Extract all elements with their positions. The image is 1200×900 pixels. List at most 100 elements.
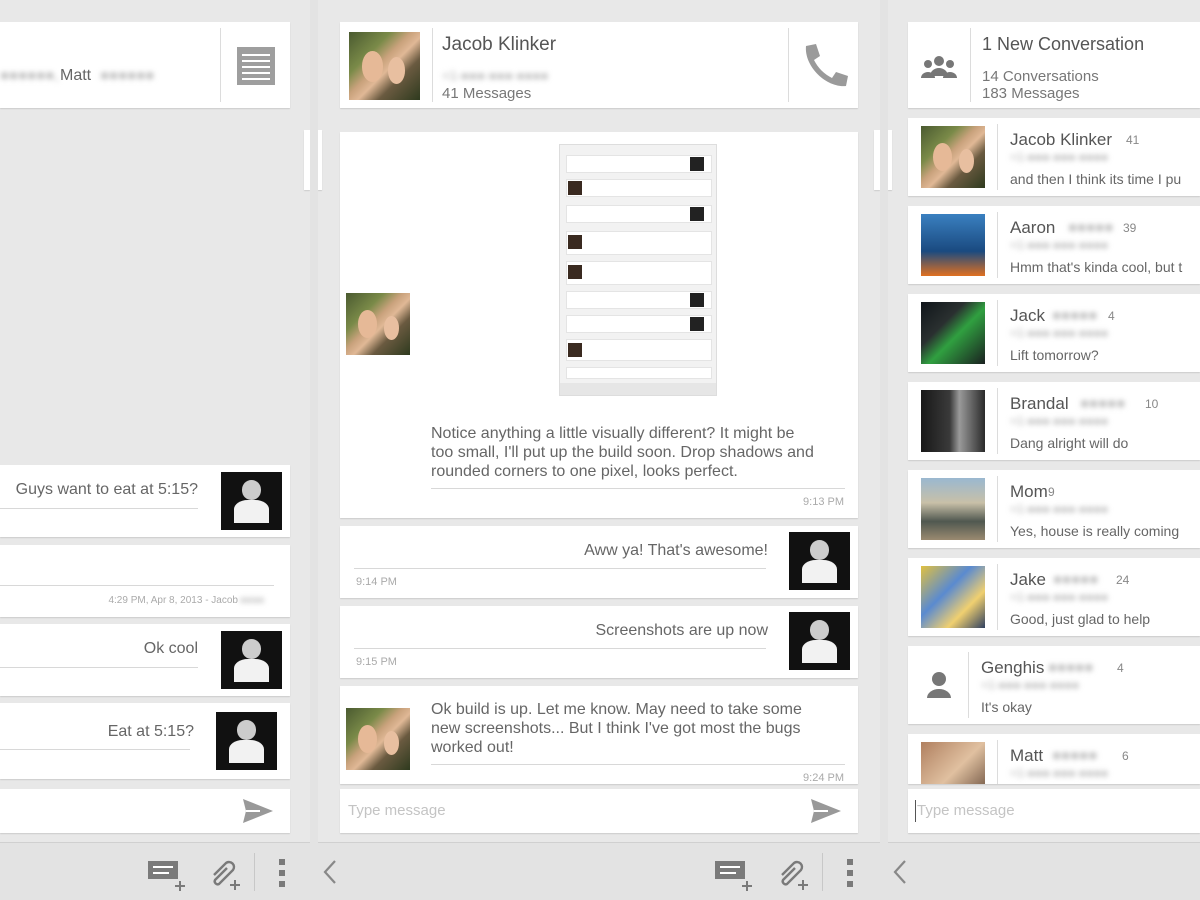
message-count: 6 [1122, 749, 1129, 763]
surname-blurred: ●●●●● [1053, 571, 1099, 588]
message-text: Ok cool [143, 640, 198, 657]
message-input[interactable] [0, 789, 290, 833]
avatar[interactable] [921, 126, 985, 188]
avatar[interactable] [221, 631, 282, 689]
conversation-item[interactable]: Matt ●●●●● 6 +1-●●●-●●●-●●●● [908, 734, 1200, 784]
message-text-line: worked out! [431, 739, 514, 756]
message-timestamp: 4:29 PM, Apr 8, 2013 - Jacob [108, 595, 238, 606]
action-bar [888, 842, 1200, 900]
message-text-line: new screenshots... But I think I've got … [431, 720, 801, 737]
avatar[interactable] [346, 708, 410, 770]
contact-name: Genghis [981, 658, 1045, 677]
avatar[interactable] [921, 566, 985, 628]
message-bubble[interactable]: Screenshots are up now 9:15 PM [340, 606, 858, 678]
conversation-item[interactable]: Jack ●●●●● 4 +1-●●●-●●●-●●●● Lift tomorr… [908, 294, 1200, 372]
avatar[interactable] [221, 472, 282, 530]
list-header[interactable]: 1 New Conversation 14 Conversations 183 … [908, 22, 1200, 108]
new-message-icon[interactable] [714, 857, 754, 891]
message-bubble[interactable]: Eat at 5:15? [0, 703, 290, 779]
contact-name: Jake [1010, 570, 1046, 589]
message-snippet: Good, just glad to help [1010, 611, 1151, 627]
message-count: 24 [1116, 573, 1130, 587]
message-snippet: Hmm that's kinda cool, but t [1010, 259, 1183, 275]
avatar[interactable] [789, 532, 850, 590]
message-timestamp: 9:15 PM [356, 656, 397, 668]
contact-name: Jacob Klinker [442, 34, 557, 55]
contact-name: Jack [1010, 306, 1045, 325]
message-bubble[interactable]: Aww ya! That's awesome! 9:14 PM [340, 526, 858, 598]
send-icon[interactable] [810, 798, 842, 824]
overflow-menu-icon[interactable] [846, 858, 854, 888]
message-bubble[interactable]: Guys want to eat at 5:15? [0, 465, 290, 537]
contact-list-icon[interactable] [236, 46, 276, 86]
message-text: Aww ya! That's awesome! [584, 542, 768, 559]
surname-blurred: ●●●●● [1068, 219, 1114, 236]
contact-avatar[interactable] [349, 32, 420, 100]
person-icon [926, 670, 952, 700]
message-timestamp: 9:13 PM [803, 496, 844, 508]
phone-blurred: +1-●●●-●●●-●●●● [1010, 766, 1109, 780]
avatar[interactable] [921, 742, 985, 784]
avatar[interactable] [921, 302, 985, 364]
phone-blurred: +1-●●●-●●●-●●●● [1010, 150, 1109, 164]
message-bubble[interactable]: Notice anything a little visually differ… [340, 132, 858, 518]
conversation-item[interactable]: Aaron ●●●●● 39 +1-●●●-●●●-●●●● Hmm that'… [908, 206, 1200, 284]
conversation-header[interactable]: ●●●●●●, Matt ●●●●●● [0, 22, 290, 108]
total-message-count: 183 Messages [982, 85, 1080, 102]
paperclip-add-icon[interactable] [774, 855, 810, 891]
avatar[interactable] [346, 293, 410, 355]
conversation-item[interactable]: Jacob Klinker 41 +1-●●●-●●●-●●●● and the… [908, 118, 1200, 196]
message-snippet: Yes, house is really coming [1010, 523, 1180, 539]
middle-conversation-pane: Jacob Klinker +1-●●●-●●●-●●●● 41 Message… [318, 0, 880, 900]
message-count: 41 Messages [442, 85, 532, 102]
message-snippet: It's okay [981, 699, 1032, 715]
message-input[interactable]: Type message [908, 789, 1200, 833]
conversation-item[interactable]: Brandal ●●●●● 10 +1-●●●-●●●-●●●● Dang al… [908, 382, 1200, 460]
conversation-item[interactable]: Jake ●●●●● 24 +1-●●●-●●●-●●●● Good, just… [908, 558, 1200, 636]
message-bubble[interactable]: Ok build is up. Let me know. May need to… [340, 686, 858, 784]
phone-blurred: +1-●●●-●●●-●●●● [1010, 238, 1109, 252]
message-timestamp: 9:24 PM [803, 772, 844, 784]
chevron-left-icon[interactable] [892, 859, 908, 885]
overflow-menu-icon[interactable] [278, 858, 286, 888]
conversation-item[interactable]: Genghis ●●●●● 4 +1-●●●-●●●-●●●● It's oka… [908, 646, 1200, 724]
paperclip-add-icon[interactable] [206, 855, 242, 891]
surname-blurred: ●●●●● [1080, 395, 1126, 412]
conversation-list-pane: 1 New Conversation 14 Conversations 183 … [888, 0, 1200, 900]
header-blurred-name: ●●●●●●, [0, 67, 59, 84]
message-bubble[interactable]: 4:29 PM, Apr 8, 2013 - Jacob ●●●● [0, 545, 290, 617]
message-bubble[interactable]: Ok cool [0, 624, 290, 696]
send-icon[interactable] [242, 798, 274, 824]
contact-name: Mom [1010, 482, 1048, 501]
message-input[interactable]: Type message [340, 789, 858, 833]
avatar[interactable] [921, 390, 985, 452]
message-text: Eat at 5:15? [107, 723, 194, 740]
chevron-left-icon[interactable] [322, 859, 338, 885]
avatar[interactable] [921, 478, 985, 540]
message-text: Screenshots are up now [595, 622, 768, 639]
message-input-placeholder: Type message [917, 802, 1015, 819]
message-timestamp: 9:14 PM [356, 576, 397, 588]
contact-name: Matt [1010, 746, 1044, 765]
message-count: 9 [1048, 485, 1055, 499]
new-message-icon[interactable] [147, 857, 187, 891]
group-icon[interactable] [920, 54, 958, 80]
avatar[interactable] [789, 612, 850, 670]
contact-name: Aaron [1010, 218, 1056, 237]
conversation-item[interactable]: Mom 9 +1-●●●-●●●-●●●● Yes, house is real… [908, 470, 1200, 548]
message-text-line: Notice anything a little visually differ… [431, 425, 795, 442]
conversation-header[interactable]: Jacob Klinker +1-●●●-●●●-●●●● 41 Message… [340, 22, 858, 108]
attached-screenshot[interactable] [559, 144, 717, 396]
phone-icon[interactable] [800, 42, 852, 90]
avatar[interactable] [216, 712, 277, 770]
contact-name: Brandal [1010, 394, 1069, 413]
header-blurred-surname: ●●●●●● [100, 67, 155, 84]
blurred-text: ●●●● [240, 595, 265, 606]
avatar[interactable] [921, 214, 985, 276]
message-text-line: Ok build is up. Let me know. May need to… [431, 701, 802, 718]
header-participants: Matt [60, 67, 92, 84]
message-count: 4 [1117, 661, 1124, 675]
contact-name: Jacob Klinker [1010, 130, 1113, 149]
phone-blurred: +1-●●●-●●●-●●●● [1010, 326, 1109, 340]
phone-blurred: +1-●●●-●●●-●●●● [1010, 502, 1109, 516]
